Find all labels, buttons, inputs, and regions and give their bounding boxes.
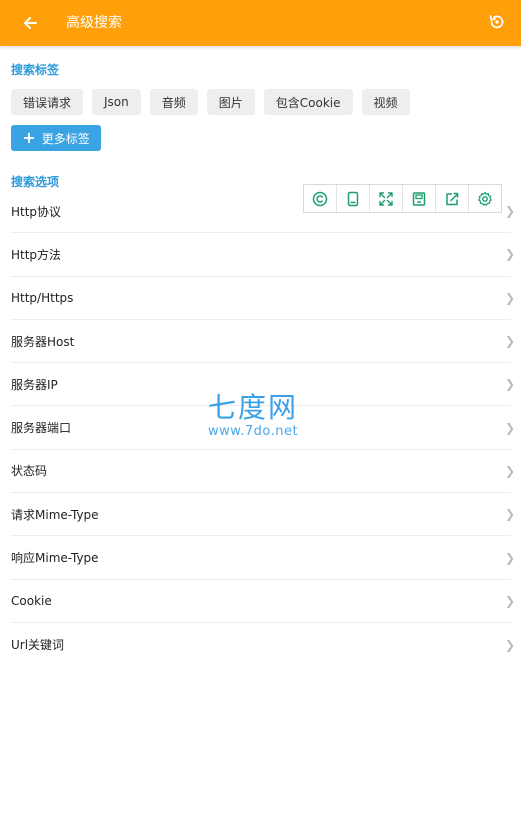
save-icon bbox=[412, 191, 426, 206]
more-tags-label: 更多标签 bbox=[41, 131, 90, 146]
list-item-label: 响应Mime-Type bbox=[11, 551, 99, 566]
chevron-right-icon: ❯ bbox=[504, 463, 515, 478]
list-item[interactable]: 响应Mime-Type ❯ bbox=[11, 536, 515, 580]
back-button[interactable] bbox=[16, 9, 44, 37]
list-item[interactable]: 请求Mime-Type ❯ bbox=[11, 493, 515, 537]
share-icon bbox=[446, 192, 459, 205]
chevron-right-icon: ❯ bbox=[504, 593, 515, 608]
list-item-label: 服务器IP bbox=[11, 377, 58, 392]
watermark-url: www.7do.net bbox=[208, 424, 299, 439]
settings-button[interactable] bbox=[469, 185, 501, 212]
chevron-right-icon: ❯ bbox=[504, 420, 515, 435]
share-button[interactable] bbox=[436, 185, 469, 212]
floating-toolbar bbox=[303, 184, 502, 213]
list-item-label: Url关键词 bbox=[11, 638, 65, 653]
tag-chip[interactable]: 错误请求 bbox=[11, 89, 84, 115]
list-item[interactable]: Url关键词 ❯ bbox=[11, 623, 515, 666]
list-item-label: Http/Https bbox=[11, 290, 74, 305]
list-item-label: Http方法 bbox=[11, 247, 62, 262]
watermark-title: 七度网 bbox=[208, 391, 299, 424]
more-tags-button[interactable]: + 更多标签 bbox=[11, 125, 101, 151]
tag-chip[interactable]: Json bbox=[92, 89, 141, 115]
search-tags-heading: 搜索标签 bbox=[11, 63, 60, 77]
tag-list: 错误请求 Json 音频 图片 包含Cookie 视频 bbox=[11, 89, 410, 115]
chevron-right-icon: ❯ bbox=[504, 334, 515, 349]
list-item[interactable]: Cookie ❯ bbox=[11, 580, 515, 623]
app-bar: 高级搜索 bbox=[0, 0, 521, 46]
list-item-label: Http协议 bbox=[11, 204, 62, 219]
chevron-right-icon: ❯ bbox=[504, 507, 515, 522]
search-options-heading: 搜索选项 bbox=[11, 175, 60, 189]
save-button[interactable] bbox=[403, 185, 436, 212]
copyright-button[interactable] bbox=[304, 185, 337, 212]
watermark: 七度网 www.7do.net bbox=[208, 391, 299, 440]
arrow-left-icon bbox=[24, 17, 37, 29]
chevron-right-icon: ❯ bbox=[504, 377, 515, 392]
list-item-label: Cookie bbox=[11, 593, 52, 608]
reset-button[interactable] bbox=[483, 8, 511, 36]
chevron-right-icon: ❯ bbox=[504, 637, 515, 652]
copyright-icon bbox=[312, 191, 328, 206]
reset-icon bbox=[489, 15, 504, 29]
expand-button[interactable] bbox=[370, 185, 403, 212]
settings-icon bbox=[478, 191, 492, 206]
list-item[interactable]: 状态码 ❯ bbox=[11, 450, 515, 494]
chevron-right-icon: ❯ bbox=[504, 247, 515, 262]
tablet-button[interactable] bbox=[337, 185, 370, 212]
chevron-right-icon: ❯ bbox=[504, 290, 515, 305]
tag-chip[interactable]: 包含Cookie bbox=[263, 89, 353, 115]
chevron-right-icon: ❯ bbox=[504, 204, 515, 219]
page-title: 高级搜索 bbox=[66, 15, 122, 31]
expand-icon bbox=[379, 191, 393, 206]
chevron-right-icon: ❯ bbox=[504, 550, 515, 565]
list-item[interactable]: Http/Https ❯ bbox=[11, 277, 515, 320]
tag-chip[interactable]: 视频 bbox=[361, 89, 410, 115]
tablet-icon bbox=[347, 191, 359, 206]
plus-icon: + bbox=[22, 128, 36, 147]
list-item-label: 服务器端口 bbox=[11, 421, 72, 436]
list-item-label: 请求Mime-Type bbox=[11, 507, 99, 522]
tag-chip[interactable]: 图片 bbox=[206, 89, 255, 115]
list-item-label: 状态码 bbox=[11, 464, 48, 479]
list-item[interactable]: 服务器Host ❯ bbox=[11, 320, 515, 364]
list-item-label: 服务器Host bbox=[11, 334, 75, 349]
list-item[interactable]: Http方法 ❯ bbox=[11, 233, 515, 277]
tag-chip[interactable]: 音频 bbox=[149, 89, 198, 115]
